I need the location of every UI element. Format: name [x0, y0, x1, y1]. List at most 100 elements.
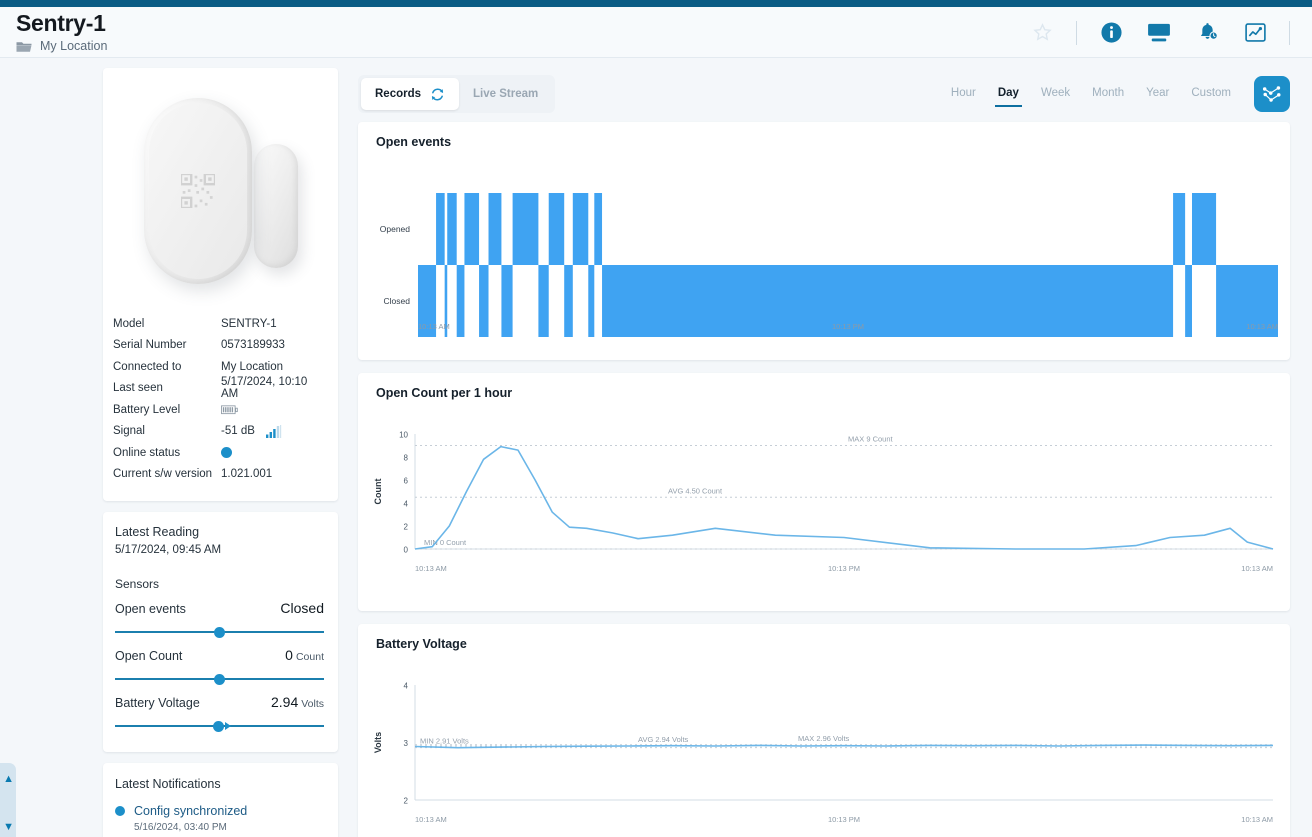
sensor-unit: Volts — [301, 698, 324, 710]
spec-label: Signal — [113, 425, 221, 437]
signal-bars-icon — [266, 425, 282, 438]
spec-label: Current s/w version — [113, 468, 221, 480]
spec-value: 1.021.001 — [221, 468, 272, 480]
y-tick-label: 4 — [404, 500, 409, 509]
chart-title: Open events — [376, 135, 1280, 149]
y-tick-label: 10 — [399, 431, 408, 440]
y-tick-label: 6 — [404, 477, 409, 486]
y-axis-label: Count — [373, 479, 383, 505]
tab-live-stream-label: Live Stream — [473, 88, 538, 100]
y-tick-label: 3 — [404, 739, 409, 748]
tab-records[interactable]: Records — [361, 78, 459, 110]
annotation-label: MAX 2.96 Volts — [798, 734, 850, 743]
spec-label: Serial Number — [113, 339, 221, 351]
sensor-slider[interactable] — [115, 673, 324, 685]
y-tick-label: 2 — [404, 523, 409, 532]
state-band-opened — [447, 193, 456, 265]
bell-clock-icon — [1196, 21, 1219, 44]
chevron-down-icon: ▼ — [3, 823, 14, 831]
monitor-icon — [1147, 23, 1171, 43]
state-band-closed — [1185, 265, 1192, 337]
slider-knob[interactable] — [214, 627, 225, 638]
state-band-opened — [513, 193, 539, 265]
main-content: Records Live Stream Hour Day Week Month — [345, 58, 1312, 837]
range-tab-custom[interactable]: Custom — [1180, 81, 1242, 107]
spec-row-last-seen: Last seen 5/17/2024, 10:10 AM — [113, 378, 322, 400]
sensor-slider[interactable] — [115, 626, 324, 638]
spec-label: Online status — [113, 447, 221, 459]
folder-icon — [16, 40, 32, 53]
range-tab-hour[interactable]: Hour — [940, 81, 987, 107]
chart-toolbar: Records Live Stream Hour Day Week Month — [358, 66, 1290, 122]
state-band-closed — [602, 265, 1173, 337]
open-events-chart[interactable]: OpenedClosed10:13 AM10:13 PM10:13 AM — [368, 155, 1280, 350]
slider-knob[interactable] — [213, 721, 224, 732]
alerts-button[interactable] — [1183, 11, 1231, 55]
state-band-opened — [489, 193, 502, 265]
range-tabs: Hour Day Week Month Year Custom — [940, 76, 1290, 112]
sensor-open-events: Open events Closed — [115, 600, 324, 638]
sensor-magnet-graphic — [254, 144, 298, 268]
spec-label: Last seen — [113, 382, 221, 394]
range-tab-week[interactable]: Week — [1030, 81, 1081, 107]
annotation-label: MAX 9 Count — [848, 435, 894, 444]
range-tab-year[interactable]: Year — [1135, 81, 1180, 107]
state-band-opened — [594, 193, 602, 265]
spec-label: Model — [113, 318, 221, 330]
tab-records-label: Records — [375, 88, 421, 100]
latest-reading-title: Latest Reading — [115, 525, 324, 539]
visualization-button[interactable] — [1254, 76, 1290, 112]
analytics-button[interactable] — [1231, 11, 1279, 55]
favorite-button[interactable] — [1018, 11, 1066, 55]
header-left: Sentry-1 My Location — [0, 7, 107, 53]
battery-voltage-chart[interactable]: 234MIN 2.91 VoltsAVG 2.94 VoltsMAX 2.96 … — [368, 657, 1280, 837]
breadcrumb-label: My Location — [40, 39, 107, 53]
spec-value — [221, 405, 238, 415]
slider-knob[interactable] — [214, 674, 225, 685]
sensor-reading: 0Count — [285, 647, 324, 665]
sensor-label: Open events — [115, 602, 186, 616]
page-title: Sentry-1 — [16, 9, 107, 37]
state-band-closed — [564, 265, 573, 337]
display-button[interactable] — [1135, 11, 1183, 55]
spec-value: My Location — [221, 361, 283, 373]
x-tick-label: 10:13 AM — [415, 564, 447, 573]
sensor-slider[interactable] — [115, 720, 324, 732]
latest-notifications-card: Latest Notifications Config synchronized… — [103, 763, 338, 837]
range-tab-day[interactable]: Day — [987, 81, 1030, 107]
x-tick-label: 10:13 PM — [828, 815, 860, 824]
annotation-label: MIN 2.91 Volts — [420, 737, 469, 746]
y-axis-label: Volts — [373, 732, 383, 753]
open-count-chart[interactable]: 0246810MIN 0 CountAVG 4.50 CountMAX 9 Co… — [368, 406, 1280, 601]
x-tick-label: 10:13 PM — [828, 564, 860, 573]
spec-row-connected-to: Connected to My Location — [113, 356, 322, 378]
state-band-closed — [538, 265, 548, 337]
range-tab-month[interactable]: Month — [1081, 81, 1135, 107]
page-body: ▲ ▼ — [0, 58, 1312, 837]
breadcrumb[interactable]: My Location — [16, 39, 107, 53]
notification-dot-icon — [115, 806, 125, 816]
spec-label: Connected to — [113, 361, 221, 373]
info-button[interactable] — [1087, 11, 1135, 55]
list-item[interactable]: Config synchronized 5/16/2024, 03:40 PM — [115, 802, 324, 833]
spec-row-software-version: Current s/w version 1.021.001 — [113, 464, 322, 486]
x-tick-label: 10:13 AM — [418, 322, 450, 331]
state-band-closed — [479, 265, 488, 337]
refresh-icon — [430, 87, 445, 102]
sensor-reading: Closed — [280, 600, 324, 618]
state-band-opened — [1173, 193, 1185, 265]
collapsed-side-panel[interactable]: ▲ ▼ — [0, 763, 16, 837]
tab-live-stream[interactable]: Live Stream — [459, 78, 552, 110]
x-tick-label: 10:13 AM — [415, 815, 447, 824]
sensor-value: 0 — [285, 647, 293, 663]
header-actions — [1018, 7, 1312, 58]
y-tick-label: 0 — [404, 546, 409, 555]
device-spec-list: Model SENTRY-1 Serial Number 0573189933 … — [103, 313, 338, 491]
state-band-closed — [501, 265, 512, 337]
sensors-title: Sensors — [115, 577, 324, 591]
app-header: Sentry-1 My Location — [0, 7, 1312, 58]
sensor-open-count: Open Count 0Count — [115, 647, 324, 685]
chart-title: Open Count per 1 hour — [376, 386, 1280, 400]
y-tick-label: 8 — [404, 454, 409, 463]
notification-text: Config synchronized — [134, 804, 247, 818]
